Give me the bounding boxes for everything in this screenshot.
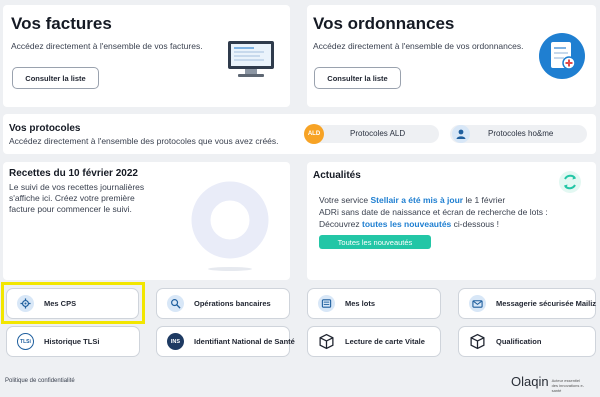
tile-carte-vitale[interactable]: Lecture de carte Vitale — [307, 326, 441, 357]
tile-operations-bancaires-label: Opérations bancaires — [194, 299, 271, 308]
tile-historique-tlsi-label: Historique TLSi — [44, 337, 100, 346]
cube-icon — [319, 333, 334, 350]
privacy-policy-link[interactable]: Politique de confidentialité — [5, 378, 75, 384]
prescriptions-card: Vos ordonnances Accédez directement à l'… — [307, 5, 596, 107]
receipts-donut-chart — [191, 181, 269, 271]
tile-messagerie-mailiz-label: Messagerie sécurisée Mailiz — [496, 299, 597, 308]
tile-ins[interactable]: INS Identifiant National de Santé — [156, 326, 295, 357]
tile-mes-cps[interactable]: Mes CPS — [6, 288, 139, 319]
invoices-card: Vos factures Accédez directement à l'ens… — [3, 5, 290, 107]
tile-ins-label: Identifiant National de Santé — [194, 337, 295, 346]
cube-icon — [470, 333, 485, 350]
brand-name: Olaqin — [511, 374, 549, 389]
news-update-link[interactable]: Stellair a été mis à jour — [371, 195, 464, 205]
protocols-title: Vos protocoles — [9, 123, 81, 134]
prescriptions-list-button[interactable]: Consulter la liste — [314, 67, 401, 89]
tile-carte-vitale-label: Lecture de carte Vitale — [345, 337, 425, 346]
mail-icon — [469, 295, 486, 312]
news-all-button[interactable]: Toutes les nouveautés — [319, 235, 431, 249]
brand-tagline: Acteur essentiel des innovations e-santé — [551, 378, 585, 393]
news-line-3: Découvrez toutes les nouveautés ci-desso… — [319, 219, 499, 229]
prescriptions-title: Vos ordonnances — [313, 14, 455, 33]
refresh-icon — [559, 171, 581, 193]
protocols-description: Accédez directement à l'ensemble des pro… — [9, 136, 279, 146]
tile-messagerie-mailiz[interactable]: Messagerie sécurisée Mailiz — [458, 288, 596, 319]
tile-mes-cps-label: Mes CPS — [44, 299, 77, 308]
tlsi-icon: TLSi — [17, 333, 34, 350]
invoices-list-button[interactable]: Consulter la liste — [12, 67, 99, 89]
protocols-ald-link[interactable]: ALD Protocoles ALD — [304, 124, 439, 144]
receipts-text: Le suivi de vos recettes journalières s'… — [9, 182, 145, 214]
invoices-description: Accédez directement à l'ensemble de vos … — [11, 41, 203, 51]
protocols-home-link[interactable]: Protocoles ho&me — [450, 125, 587, 143]
computer-invoice-illustration — [228, 41, 274, 77]
news-title: Actualités — [313, 170, 361, 181]
news-line-2: ADRi sans date de naissance et écran de … — [319, 207, 548, 217]
ald-icon: ALD — [304, 124, 324, 144]
invoices-title: Vos factures — [11, 14, 112, 33]
news-all-link[interactable]: toutes les nouveautés — [362, 219, 451, 229]
tile-mes-lots-label: Mes lots — [345, 299, 376, 308]
tile-operations-bancaires[interactable]: Opérations bancaires — [156, 288, 290, 319]
bank-search-icon — [167, 295, 184, 312]
news-card: Actualités Votre service Stellair a été … — [307, 162, 596, 280]
protocols-home-label: Protocoles ho&me — [488, 129, 554, 138]
ins-icon: INS — [167, 333, 184, 350]
news-line-1: Votre service Stellair a été mis à jour … — [319, 195, 506, 205]
batch-icon — [318, 295, 335, 312]
tile-historique-tlsi[interactable]: TLSi Historique TLSi — [6, 326, 140, 357]
prescriptions-description: Accédez directement à l'ensemble de vos … — [313, 41, 524, 51]
olaqin-logo: Olaqin Acteur essentiel des innovations … — [511, 374, 588, 393]
tile-mes-lots[interactable]: Mes lots — [307, 288, 441, 319]
receipts-card: Recettes du 10 février 2022 Le suivi de … — [3, 162, 290, 280]
prescription-illustration — [539, 33, 585, 79]
protocols-card: Vos protocoles Accédez directement à l'e… — [3, 114, 596, 154]
tile-qualification[interactable]: Qualification — [458, 326, 596, 357]
home-protocol-icon — [452, 125, 470, 143]
tile-qualification-label: Qualification — [496, 337, 542, 346]
receipts-title: Recettes du 10 février 2022 — [9, 168, 138, 179]
protocols-ald-label: Protocoles ALD — [350, 129, 406, 138]
gear-icon — [17, 295, 34, 312]
